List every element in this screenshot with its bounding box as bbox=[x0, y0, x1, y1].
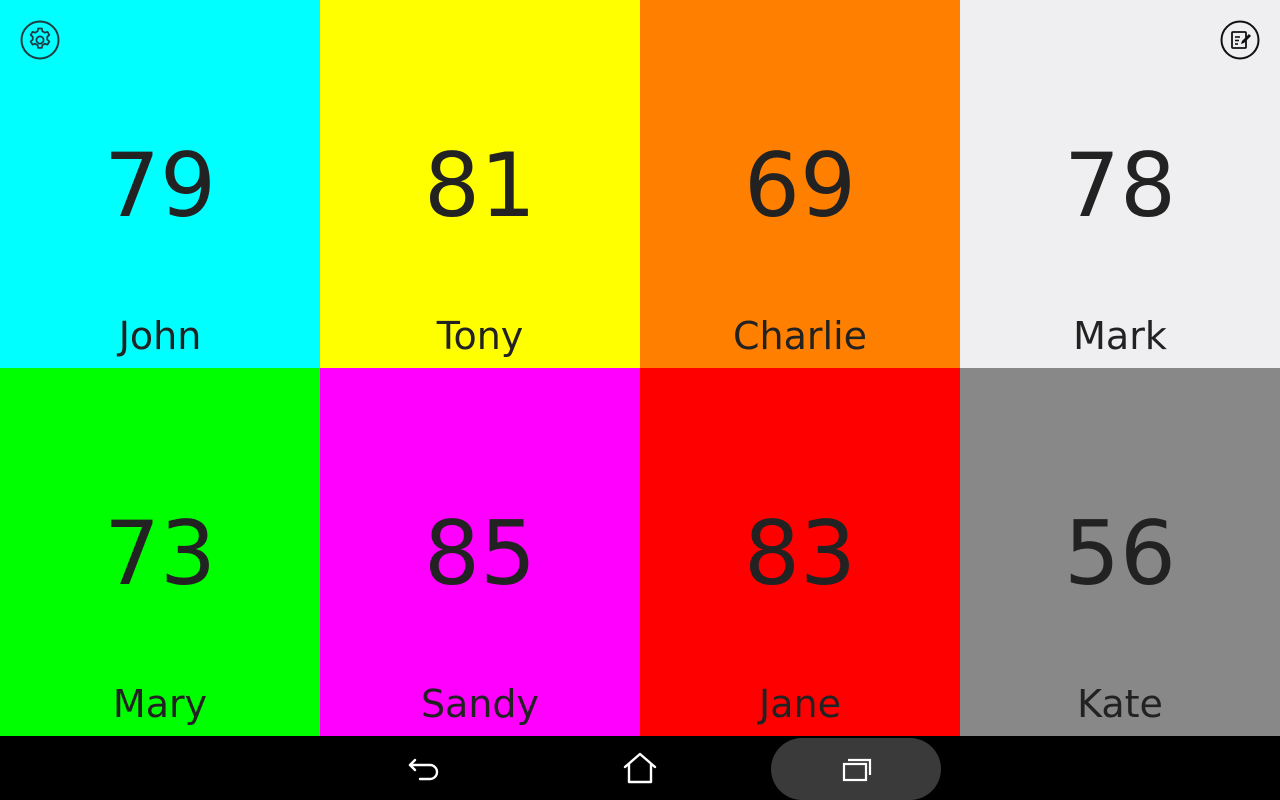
player-score: 79 bbox=[104, 134, 216, 237]
player-grid: 79 John 81 Tony 69 Charlie 78 Mark 73 Ma… bbox=[0, 0, 1280, 736]
edit-button[interactable] bbox=[1220, 20, 1260, 60]
player-name: Tony bbox=[436, 314, 524, 358]
player-name: Jane bbox=[759, 682, 841, 726]
player-tile-jane[interactable]: 83 Jane bbox=[640, 368, 960, 736]
back-button[interactable] bbox=[384, 736, 464, 800]
player-score: 56 bbox=[1064, 502, 1176, 605]
home-icon bbox=[623, 752, 657, 784]
player-name: Mary bbox=[112, 682, 208, 726]
recent-apps-icon bbox=[842, 758, 872, 782]
player-name: John bbox=[118, 314, 202, 358]
player-name: Mark bbox=[1073, 314, 1167, 358]
score-board-app: 79 John 81 Tony 69 Charlie 78 Mark 73 Ma… bbox=[0, 0, 1280, 800]
system-navigation-bar bbox=[0, 736, 1280, 800]
player-score: 83 bbox=[744, 502, 856, 605]
edit-note-icon bbox=[1220, 20, 1260, 60]
back-icon bbox=[408, 758, 439, 781]
player-score: 69 bbox=[744, 134, 856, 237]
recent-apps-button[interactable] bbox=[771, 738, 941, 800]
player-score: 73 bbox=[104, 502, 216, 605]
player-name: Sandy bbox=[420, 682, 540, 726]
player-score: 78 bbox=[1064, 134, 1176, 237]
gear-icon bbox=[20, 20, 60, 60]
player-tile-sandy[interactable]: 85 Sandy bbox=[320, 368, 640, 736]
home-button[interactable] bbox=[600, 736, 680, 800]
settings-button[interactable] bbox=[20, 20, 60, 60]
player-name: Kate bbox=[1077, 682, 1163, 726]
player-score: 81 bbox=[424, 134, 536, 237]
player-tile-charlie[interactable]: 69 Charlie bbox=[640, 0, 960, 368]
player-name: Charlie bbox=[732, 314, 868, 358]
player-tile-mary[interactable]: 73 Mary bbox=[0, 368, 320, 736]
player-tile-tony[interactable]: 81 Tony bbox=[320, 0, 640, 368]
player-score: 85 bbox=[424, 502, 536, 605]
player-tile-kate[interactable]: 56 Kate bbox=[960, 368, 1280, 736]
